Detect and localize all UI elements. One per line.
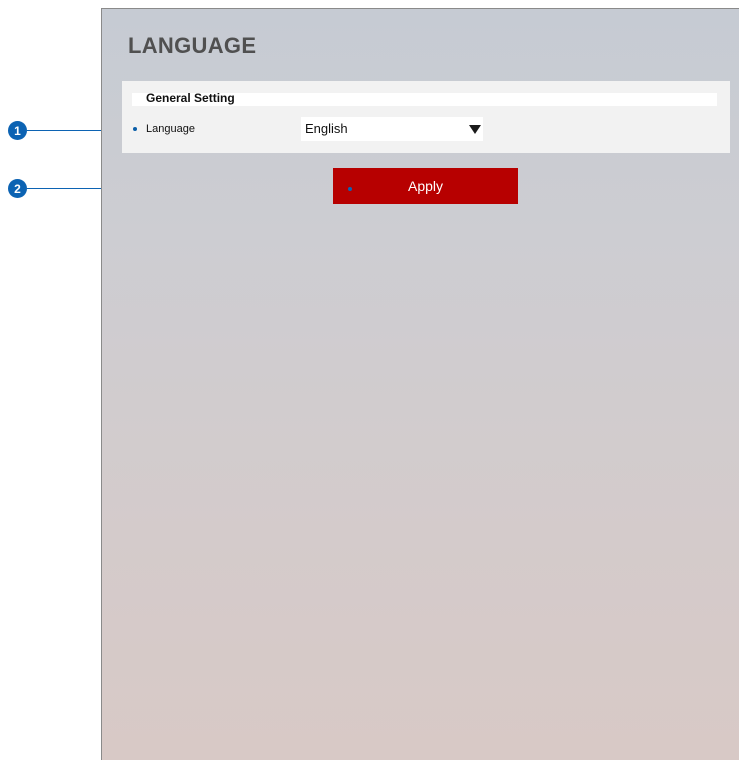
general-setting-section: General Setting Language English bbox=[122, 81, 730, 153]
page-title: LANGUAGE bbox=[128, 33, 257, 58]
callout-number: 2 bbox=[14, 181, 21, 196]
settings-panel: LANGUAGE General Setting Language Englis… bbox=[101, 8, 739, 760]
callout-leader-end-2 bbox=[348, 187, 352, 191]
section-header: General Setting bbox=[132, 91, 717, 106]
callout-number: 1 bbox=[14, 123, 21, 138]
apply-button[interactable]: Apply bbox=[333, 168, 518, 204]
language-select[interactable]: English bbox=[301, 117, 483, 141]
language-select-value: English bbox=[305, 121, 348, 136]
section-header-label: General Setting bbox=[146, 91, 235, 105]
bullet-icon bbox=[133, 127, 137, 131]
callout-marker-1: 1 bbox=[8, 121, 27, 140]
callout-marker-2: 2 bbox=[8, 179, 27, 198]
language-label: Language bbox=[146, 123, 195, 135]
dropdown-arrow-icon bbox=[469, 125, 481, 134]
